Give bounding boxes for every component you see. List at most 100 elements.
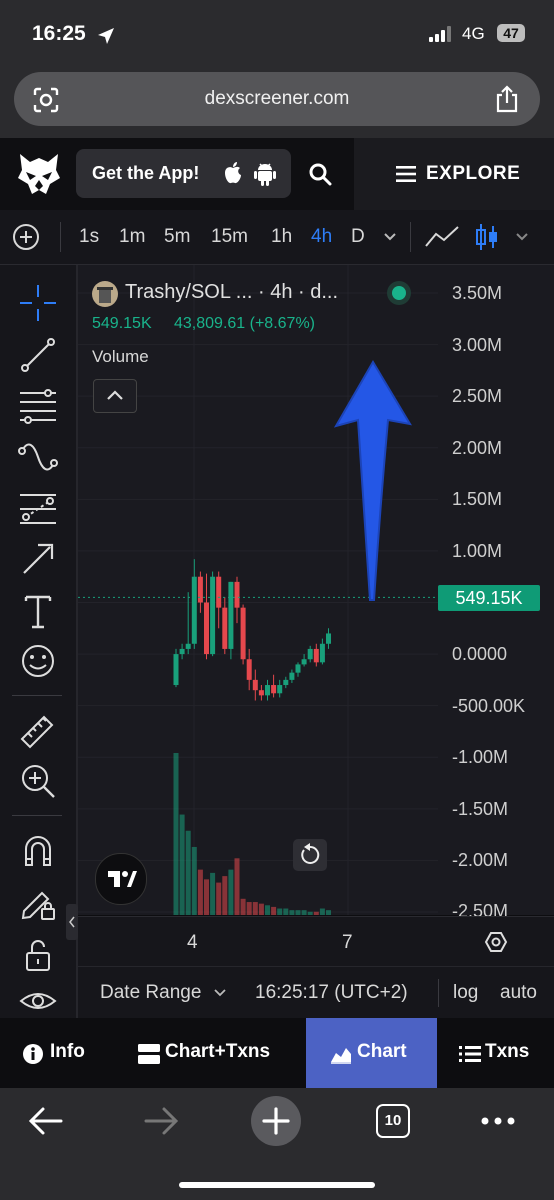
tab-txns[interactable]: Txns [437,1018,554,1088]
tab-chart-label: Chart [357,1041,407,1062]
timeframe-1s[interactable]: 1s [79,226,99,248]
status-bar: 16:25 4G 47 [0,0,554,66]
date-range-selector[interactable]: Date Range [100,982,201,1004]
price-tick: -2.00M [452,850,509,870]
tab-txns-label: Txns [485,1041,530,1062]
candle-body [289,672,295,680]
volume-bar [240,898,246,915]
area-chart-icon [331,1048,351,1064]
timeframe-5m[interactable]: 5m [164,226,190,248]
sidebar-collapse-handle[interactable] [66,904,78,940]
pair-title[interactable]: Trashy/SOL ... · 4h · d... [125,281,338,304]
timeframe-15m[interactable]: 15m [211,226,248,248]
info-icon [23,1044,43,1064]
dexscreener-logo-icon[interactable] [16,150,62,198]
chevron-down-icon[interactable] [515,232,529,242]
tab-chart-txns-label: Chart+Txns [165,1041,271,1062]
volume-bar [197,869,203,915]
get-app-label: Get the App! [92,163,200,183]
tradingview-logo-icon[interactable] [95,853,147,905]
explore-label: EXPLORE [426,163,521,184]
toolbar-divider [410,222,411,252]
chart-bottom-bar: Date Range 16:25:17 (UTC+2) log auto [78,966,554,1019]
trash-token-icon [97,287,113,303]
volume-legend-label: Volume [92,347,149,366]
browser-address-area: dexscreener.com [0,66,554,138]
add-indicator-icon[interactable] [12,223,40,251]
reset-chart-button[interactable] [293,839,327,871]
arrow-tool-icon[interactable] [18,539,58,579]
text-tool-icon[interactable] [18,591,58,631]
candle-body [210,576,216,655]
site-bottom-tabs: Info Chart+Txns Chart Txns [0,1018,554,1088]
tab-chart[interactable]: Chart [306,1018,437,1088]
candlestick-type-icon[interactable] [474,222,500,252]
volume-bar [258,903,264,915]
volume-bar [252,902,258,915]
candle-body [246,659,252,680]
new-tab-button[interactable] [251,1096,301,1146]
collapse-legend-button[interactable] [93,379,137,413]
site-header: Get the App! EXPLORE [0,138,554,210]
candle-body [228,581,234,649]
log-scale-toggle[interactable]: log [453,982,478,1004]
candle-body [319,643,325,663]
volume-bar [313,911,319,915]
tab-chart-txns[interactable]: Chart+Txns [110,1018,306,1088]
line-chart-type-icon[interactable] [424,224,460,250]
status-time: 16:25 [32,22,86,45]
candle-body [258,690,264,696]
chart-settings-icon[interactable] [484,930,508,954]
volume-bar [216,882,222,915]
visibility-eye-icon[interactable] [18,981,58,1021]
forward-arrow-icon[interactable] [143,1106,179,1136]
volume-bar [185,830,191,915]
home-indicator [179,1182,375,1188]
address-bar[interactable]: dexscreener.com [14,72,540,126]
curve-brush-icon[interactable] [18,437,58,477]
candle-body [295,664,301,673]
signal-bars-icon [429,26,451,42]
candle-body [301,659,307,665]
ruler-icon[interactable] [18,711,58,751]
emoji-tool-icon[interactable] [18,641,58,681]
zoom-in-icon[interactable] [18,761,58,801]
magnet-icon[interactable] [18,831,58,871]
candle-body [222,607,228,649]
explore-button[interactable]: EXPLORE [354,138,554,210]
auto-scale-toggle[interactable]: auto [500,982,537,1004]
price-tick: 2.50M [452,386,503,406]
tab-switcher-button[interactable]: 10 [376,1104,410,1138]
share-icon[interactable] [494,84,520,114]
pattern-tool-icon[interactable] [18,489,58,529]
back-arrow-icon[interactable] [28,1106,64,1136]
price-tick: 1.50M [452,489,503,509]
volume-bar [191,846,197,915]
chevron-down-icon[interactable] [214,988,226,997]
timeframe-1m[interactable]: 1m [119,226,145,248]
search-icon[interactable] [308,162,332,186]
fib-retracement-icon[interactable] [18,385,58,425]
time-axis[interactable]: 4 7 [78,916,554,967]
url-text[interactable]: dexscreener.com [14,88,540,110]
tools-divider [12,815,62,816]
get-the-app-button[interactable]: Get the App! [76,149,291,198]
unlock-icon[interactable] [18,935,58,975]
candle-body [240,607,246,660]
chart-clock[interactable]: 16:25:17 (UTC+2) [255,982,408,1004]
more-options-icon[interactable] [480,1116,516,1126]
trend-line-icon[interactable] [18,335,58,375]
pencil-lock-icon[interactable] [18,883,58,923]
current-price-badge: 549.15K [438,585,540,611]
plus-icon [262,1107,290,1135]
candle-body [277,685,283,694]
chevron-down-icon[interactable] [383,232,397,242]
crosshair-icon[interactable] [18,283,58,323]
live-status-dot [392,286,406,300]
chevron-left-icon [69,916,75,928]
tab-info[interactable]: Info [0,1018,110,1088]
timeframe-1h[interactable]: 1h [271,226,292,248]
timeframe-d[interactable]: D [351,226,365,248]
volume-bar [277,908,283,915]
timeframe-4h[interactable]: 4h [311,226,332,248]
